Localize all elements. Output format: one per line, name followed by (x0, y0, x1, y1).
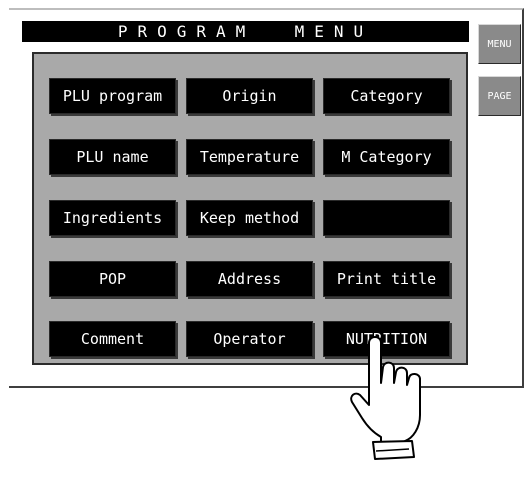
category-button[interactable]: Category (323, 78, 450, 114)
device-screen: PROGRAM MENU MENU PAGE PLU program Origi… (9, 8, 524, 388)
page-button[interactable]: PAGE (478, 76, 521, 116)
m-category-button[interactable]: M Category (323, 139, 450, 175)
temperature-button[interactable]: Temperature (186, 139, 313, 175)
page-title: PROGRAM MENU (22, 21, 469, 42)
menu-button[interactable]: MENU (478, 24, 521, 64)
comment-button[interactable]: Comment (49, 321, 176, 357)
origin-button[interactable]: Origin (186, 78, 313, 114)
pop-button[interactable]: POP (49, 261, 176, 297)
operator-button[interactable]: Operator (186, 321, 313, 357)
ingredients-button[interactable]: Ingredients (49, 200, 176, 236)
print-title-button[interactable]: Print title (323, 261, 450, 297)
plu-name-button[interactable]: PLU name (49, 139, 176, 175)
keep-method-button[interactable]: Keep method (186, 200, 313, 236)
plu-program-button[interactable]: PLU program (49, 78, 176, 114)
empty-slot-button[interactable] (323, 200, 450, 236)
address-button[interactable]: Address (186, 261, 313, 297)
program-menu-panel: PLU program Origin Category PLU name Tem… (32, 52, 468, 365)
pointing-hand-icon (350, 336, 421, 460)
